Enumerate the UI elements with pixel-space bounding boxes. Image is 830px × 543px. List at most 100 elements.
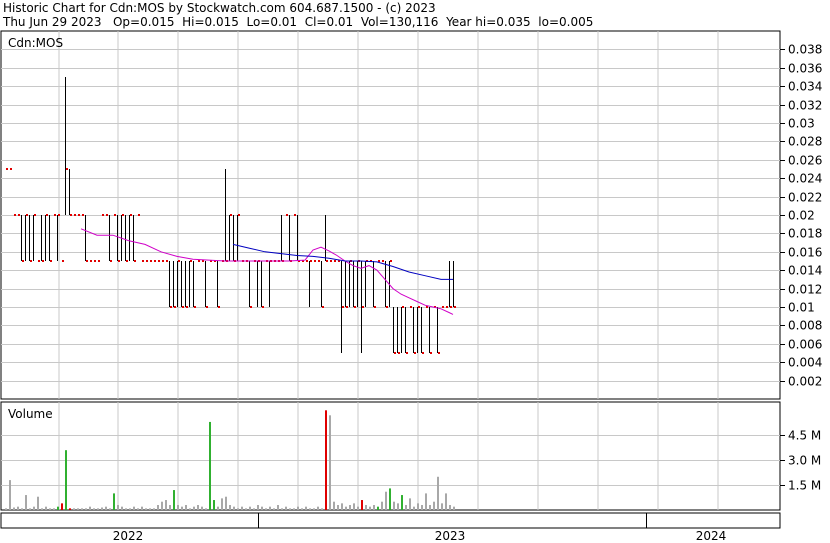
volume-bar [453, 506, 455, 510]
volume-bar [89, 506, 91, 510]
close-tick [122, 214, 124, 216]
close-tick [342, 306, 344, 308]
close-tick [238, 214, 240, 216]
close-tick [318, 260, 320, 262]
volume-bar [253, 508, 255, 510]
volume-bar [401, 495, 403, 510]
volume-bar [393, 501, 395, 510]
volume-bar [29, 508, 31, 510]
volume-bar [113, 493, 115, 510]
volume-bar [9, 480, 11, 510]
volume-bar [445, 493, 447, 510]
close-tick [86, 260, 88, 262]
price-tick-label: 0.012 [788, 283, 822, 297]
volume-bar [377, 506, 379, 510]
volume-bar [437, 476, 439, 510]
volume-bar [21, 508, 23, 510]
volume-bar [245, 508, 247, 510]
volume-bar [301, 508, 303, 510]
price-tick-label: 0.02 [788, 209, 815, 223]
volume-bar [305, 506, 307, 510]
volume-bar [417, 503, 419, 510]
close-tick [10, 168, 12, 170]
volume-bar [49, 508, 51, 510]
close-tick [158, 260, 160, 262]
close-tick [62, 260, 64, 262]
volume-bar [385, 491, 387, 510]
year-label: 2024 [696, 529, 727, 543]
volume-bar [173, 490, 175, 510]
close-tick [166, 260, 168, 262]
volume-bar [281, 508, 283, 510]
volume-bar [293, 508, 295, 510]
close-tick [138, 214, 140, 216]
close-tick [402, 306, 404, 308]
close-tick [326, 260, 328, 262]
close-tick [6, 168, 8, 170]
close-tick [54, 214, 56, 216]
close-tick [418, 306, 420, 308]
volume-bar [57, 506, 59, 510]
year-label: 2023 [435, 529, 466, 543]
close-tick [294, 214, 296, 216]
close-tick [146, 260, 148, 262]
volume-bar [5, 508, 7, 510]
close-tick [18, 214, 20, 216]
price-tick-label: 0.002 [788, 375, 822, 389]
close-tick [334, 260, 336, 262]
volume-bar [221, 498, 223, 510]
volume-bar [133, 506, 135, 510]
volume-bar [345, 506, 347, 510]
volume-bar [17, 506, 19, 510]
price-tick-label: 0.008 [788, 319, 822, 333]
close-tick [182, 306, 184, 308]
close-tick [230, 214, 232, 216]
close-tick [438, 352, 440, 354]
volume-bar [329, 415, 331, 510]
volume-bar [337, 505, 339, 510]
price-tick-label: 0.016 [788, 246, 822, 260]
volume-bar [441, 503, 443, 510]
close-tick [46, 214, 48, 216]
close-tick [186, 306, 188, 308]
close-tick [70, 214, 72, 216]
close-tick [26, 214, 28, 216]
volume-bar [369, 506, 371, 510]
volume-bar [381, 501, 383, 510]
volume-bar [13, 507, 15, 510]
close-tick [82, 214, 84, 216]
volume-bar [449, 505, 451, 510]
close-tick [110, 260, 112, 262]
volume-bar [141, 506, 143, 510]
volume-bar [237, 508, 239, 510]
close-tick [102, 214, 104, 216]
volume-bar [413, 506, 415, 510]
volume-bar [309, 508, 311, 510]
volume-bar [313, 508, 315, 510]
volume-bar [209, 421, 211, 510]
volume-bar [285, 506, 287, 510]
price-tick-label: 0.034 [788, 80, 822, 94]
volume-bar [77, 508, 79, 510]
close-tick [114, 214, 116, 216]
close-tick [50, 260, 52, 262]
volume-bar [289, 508, 291, 510]
volume-bar [229, 505, 231, 510]
close-tick [22, 260, 24, 262]
volume-bar [201, 506, 203, 510]
price-tick-label: 0.038 [788, 43, 822, 57]
volume-bar [145, 508, 147, 510]
volume-bar [53, 508, 55, 510]
volume-bar [421, 505, 423, 510]
price-tick-label: 0.036 [788, 62, 822, 76]
close-tick [450, 306, 452, 308]
volume-bar [405, 505, 407, 510]
volume-bar [389, 488, 391, 510]
volume-bar [153, 508, 155, 510]
volume-bar [353, 503, 355, 510]
volume-bar [101, 507, 103, 510]
close-tick [106, 214, 108, 216]
volume-bar [81, 508, 83, 510]
volume-bar [361, 500, 363, 510]
volume-bar [233, 506, 235, 510]
